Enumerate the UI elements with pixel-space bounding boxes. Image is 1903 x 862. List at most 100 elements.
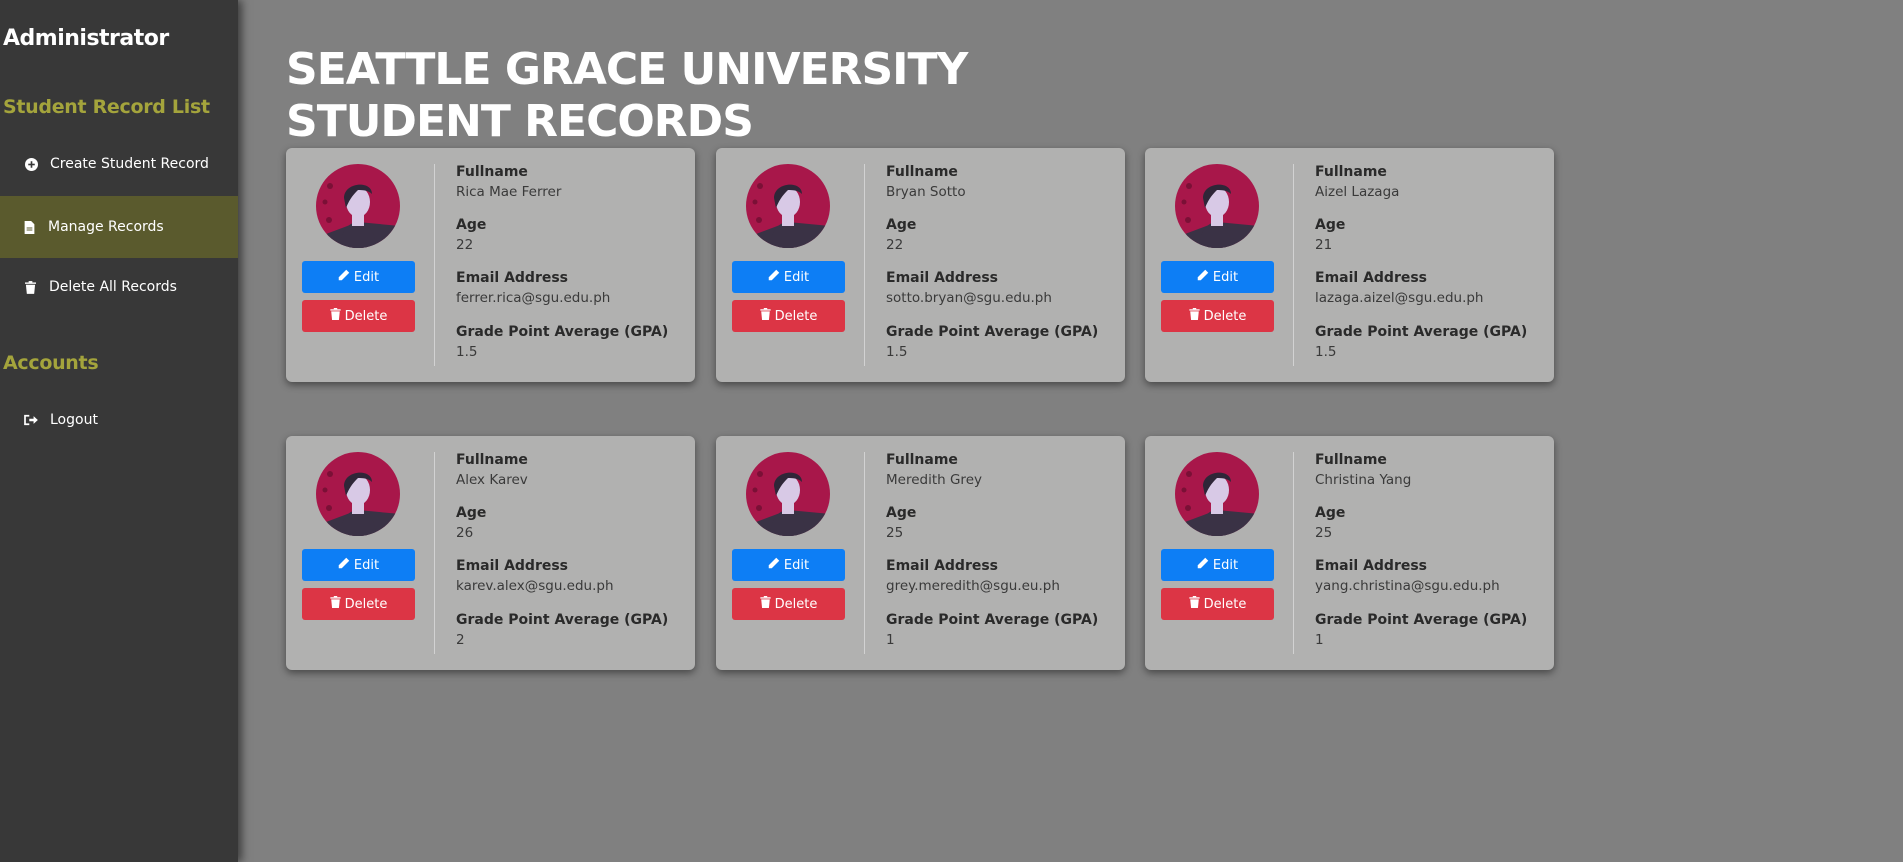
page-title: SEATTLE GRACE UNIVERSITY STUDENT RECORDS — [286, 44, 968, 148]
fullname-label: Fullname — [886, 164, 958, 180]
trash-icon — [329, 596, 345, 612]
age-label: Age — [1315, 505, 1346, 521]
email-value: karev.alex@sgu.edu.ph — [456, 578, 614, 594]
delete-button-label: Delete — [1203, 308, 1247, 324]
pencil-icon — [1197, 557, 1213, 573]
edit-button[interactable]: Edit — [1161, 549, 1274, 581]
age-label: Age — [456, 505, 487, 521]
delete-button[interactable]: Delete — [302, 588, 415, 620]
sidebar-item-logout[interactable]: Logout — [0, 390, 238, 450]
age-value: 22 — [886, 237, 904, 253]
delete-button-label: Delete — [344, 308, 388, 324]
delete-button[interactable]: Delete — [732, 300, 845, 332]
gpa-value: 2 — [456, 632, 465, 648]
gpa-value: 1 — [1315, 632, 1324, 648]
pencil-icon — [768, 557, 784, 573]
trash-icon — [1188, 596, 1204, 612]
fullname-value: Alex Karev — [456, 472, 528, 488]
edit-button-label: Edit — [1212, 269, 1239, 285]
email-value: lazaga.aizel@sgu.edu.ph — [1315, 290, 1484, 306]
edit-button[interactable]: Edit — [732, 549, 845, 581]
edit-button[interactable]: Edit — [302, 549, 415, 581]
email-label: Email Address — [1315, 558, 1428, 574]
edit-button[interactable]: Edit — [302, 261, 415, 293]
gpa-value: 1.5 — [1315, 344, 1337, 360]
fullname-label: Fullname — [456, 164, 528, 180]
email-label: Email Address — [886, 558, 999, 574]
sidebar-item-label: Logout — [50, 412, 98, 428]
gpa-label: Grade Point Average (GPA) — [1315, 612, 1528, 628]
age-label: Age — [886, 217, 917, 233]
delete-button-label: Delete — [344, 596, 388, 612]
delete-button[interactable]: Delete — [302, 300, 415, 332]
section-heading-records: Student Record List — [3, 96, 210, 118]
card-divider — [864, 452, 865, 654]
fullname-value: Meredith Grey — [886, 472, 982, 488]
brand-title: Administrator — [3, 26, 169, 51]
edit-button[interactable]: Edit — [1161, 261, 1274, 293]
page-title-line-2: STUDENT RECORDS — [286, 96, 754, 147]
gpa-label: Grade Point Average (GPA) — [456, 612, 669, 628]
delete-button-label: Delete — [1203, 596, 1247, 612]
email-label: Email Address — [456, 558, 569, 574]
delete-button[interactable]: Delete — [732, 588, 845, 620]
email-value: yang.christina@sgu.edu.ph — [1315, 578, 1500, 594]
email-value: grey.meredith@sgu.eu.ph — [886, 578, 1060, 594]
fullname-label: Fullname — [1315, 164, 1387, 180]
sidebar-item-delete-all[interactable]: Delete All Records — [0, 257, 238, 317]
card-divider — [864, 164, 865, 366]
fullname-value: Aizel Lazaga — [1315, 184, 1400, 200]
trash-icon — [23, 280, 37, 294]
sidebar-item-label: Manage Records — [48, 219, 164, 235]
edit-button[interactable]: Edit — [732, 261, 845, 293]
pencil-icon — [338, 557, 354, 573]
email-label: Email Address — [456, 270, 569, 286]
age-label: Age — [886, 505, 917, 521]
file-icon — [22, 220, 36, 234]
pencil-icon — [1197, 269, 1213, 285]
avatar — [316, 452, 400, 536]
pencil-icon — [768, 269, 784, 285]
delete-button-label: Delete — [774, 308, 818, 324]
gpa-label: Grade Point Average (GPA) — [456, 324, 669, 340]
edit-button-label: Edit — [353, 557, 380, 573]
sidebar: Administrator Student Record List Create… — [0, 0, 238, 862]
email-value: sotto.bryan@sgu.edu.ph — [886, 290, 1052, 306]
avatar — [746, 164, 830, 248]
card-divider — [434, 164, 435, 366]
age-value: 25 — [1315, 525, 1333, 541]
age-value: 26 — [456, 525, 474, 541]
edit-button-label: Edit — [783, 557, 810, 573]
avatar — [316, 164, 400, 248]
edit-button-label: Edit — [353, 269, 380, 285]
delete-button-label: Delete — [774, 596, 818, 612]
student-card: Edit Delete Fullname Rica Mae Ferrer Age 22 Em… — [286, 148, 695, 382]
age-value: 25 — [886, 525, 904, 541]
fullname-label: Fullname — [1315, 452, 1387, 468]
fullname-label: Fullname — [886, 452, 958, 468]
email-value: ferrer.rica@sgu.edu.ph — [456, 290, 611, 306]
page-title-line-1: SEATTLE GRACE UNIVERSITY — [286, 44, 968, 95]
section-heading-accounts: Accounts — [3, 352, 99, 374]
fullname-value: Bryan Sotto — [886, 184, 966, 200]
plus-circle-icon — [24, 157, 38, 171]
sidebar-item-manage-records[interactable]: Manage Records — [0, 196, 238, 258]
delete-button[interactable]: Delete — [1161, 300, 1274, 332]
gpa-label: Grade Point Average (GPA) — [1315, 324, 1528, 340]
sign-out-icon — [24, 413, 38, 427]
fullname-label: Fullname — [456, 452, 528, 468]
card-divider — [1293, 452, 1294, 654]
student-card: Edit Delete Fullname Alex Karev Age 26 Email A… — [286, 436, 695, 670]
avatar — [1175, 452, 1259, 536]
student-card: Edit Delete Fullname Christina Yang Age 25 Ema… — [1145, 436, 1554, 670]
sidebar-item-create-record[interactable]: Create Student Record — [0, 134, 238, 194]
edit-button-label: Edit — [783, 269, 810, 285]
delete-button[interactable]: Delete — [1161, 588, 1274, 620]
avatar — [1175, 164, 1259, 248]
card-divider — [434, 452, 435, 654]
gpa-label: Grade Point Average (GPA) — [886, 324, 1099, 340]
age-value: 21 — [1315, 237, 1333, 253]
email-label: Email Address — [886, 270, 999, 286]
pencil-icon — [338, 269, 354, 285]
sidebar-item-label: Create Student Record — [50, 156, 209, 172]
